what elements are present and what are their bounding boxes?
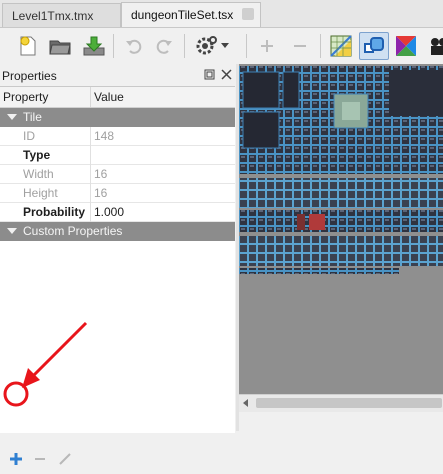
- save-button[interactable]: [80, 32, 108, 60]
- redo-button[interactable]: [150, 32, 178, 60]
- tab-label: Level1Tmx.tmx: [12, 8, 94, 23]
- property-key: Height: [23, 186, 58, 200]
- open-file-button[interactable]: [46, 32, 74, 60]
- group-row-tile[interactable]: Tile: [0, 108, 235, 127]
- remove-property-button[interactable]: [31, 450, 49, 468]
- dropdown-arrow-icon: [221, 43, 229, 48]
- cell-divider: [90, 203, 91, 222]
- remove-icon: [294, 45, 306, 47]
- toolbar-separator: [320, 34, 321, 58]
- properties-table: Property Value Tile ID 148 Type Width 16…: [0, 86, 235, 433]
- column-header-value[interactable]: Value: [94, 90, 124, 104]
- tab-level1tmx[interactable]: Level1Tmx.tmx: [2, 3, 121, 27]
- property-row-height[interactable]: Height 16: [0, 184, 235, 203]
- group-label: Custom Properties: [23, 224, 123, 238]
- collapse-arrow-icon[interactable]: [7, 114, 17, 120]
- column-header-property[interactable]: Property: [3, 90, 48, 104]
- add-property-icon: [10, 453, 22, 465]
- animation-button[interactable]: [424, 32, 443, 60]
- column-divider[interactable]: [90, 87, 91, 107]
- color-button[interactable]: [392, 32, 420, 60]
- open-file-icon: [49, 40, 71, 55]
- toolbar-separator: [113, 34, 114, 58]
- collapse-arrow-icon[interactable]: [7, 228, 17, 234]
- save-icon: [83, 36, 105, 56]
- remove-tiles-button[interactable]: [286, 32, 314, 60]
- property-value: 148: [94, 129, 115, 143]
- terrain-icon: [364, 37, 384, 53]
- scroll-left-icon[interactable]: [243, 399, 248, 407]
- add-tiles-button[interactable]: [253, 32, 281, 60]
- property-value: 16: [94, 167, 108, 181]
- toolbar-separator: [184, 34, 185, 58]
- property-key: Width: [23, 167, 54, 181]
- close-tab-icon[interactable]: [242, 8, 254, 20]
- color-wheel-icon: [396, 36, 416, 56]
- new-file-button[interactable]: [14, 32, 42, 60]
- property-key: Type: [23, 148, 51, 162]
- group-label: Tile: [23, 110, 42, 124]
- property-row-width[interactable]: Width 16: [0, 165, 235, 184]
- tileset-image[interactable]: [239, 64, 443, 410]
- toolbar-separator: [246, 34, 247, 58]
- rename-property-button[interactable]: [56, 450, 74, 468]
- cell-divider: [90, 184, 91, 203]
- float-panel-icon[interactable]: [204, 69, 215, 80]
- rename-property-icon: [59, 453, 71, 465]
- tileset-view[interactable]: [239, 64, 443, 410]
- tab-dungeontileset[interactable]: dungeonTileSet.tsx: [121, 2, 261, 27]
- add-icon: [261, 40, 273, 52]
- tab-bar: Level1Tmx.tmx dungeonTileSet.tsx: [0, 0, 443, 28]
- panel-title: Properties: [2, 69, 57, 83]
- undo-icon: [126, 39, 142, 54]
- tileset-image-button[interactable]: [327, 32, 355, 60]
- add-property-button[interactable]: [7, 450, 25, 468]
- property-value: 16: [94, 186, 108, 200]
- terrain-button[interactable]: [359, 32, 389, 60]
- property-value[interactable]: 1.000: [94, 205, 124, 219]
- close-panel-icon[interactable]: [221, 69, 232, 80]
- property-key: ID: [23, 129, 35, 143]
- property-row-probability[interactable]: Probability 1.000: [0, 203, 235, 222]
- properties-panel: Properties Property Value Tile ID 148 Ty…: [0, 64, 236, 465]
- undo-button[interactable]: [120, 32, 148, 60]
- cell-divider: [90, 165, 91, 184]
- property-actions-bar: [0, 444, 236, 474]
- new-file-icon: [20, 36, 36, 56]
- redo-icon: [156, 39, 172, 54]
- horizontal-scrollbar[interactable]: [239, 394, 443, 412]
- remove-property-icon: [35, 458, 45, 460]
- film-icon: [431, 38, 443, 55]
- tileset-image-icon: [330, 35, 352, 57]
- tab-label: dungeonTileSet.tsx: [131, 8, 234, 22]
- table-header: Property Value: [0, 87, 235, 108]
- property-key: Probability: [23, 205, 86, 219]
- property-row-type[interactable]: Type: [0, 146, 235, 165]
- group-row-custom-properties[interactable]: Custom Properties: [0, 222, 235, 241]
- cell-divider: [90, 146, 91, 165]
- tileset-settings-button[interactable]: [192, 32, 232, 60]
- main-toolbar: [0, 28, 443, 65]
- scrollbar-thumb[interactable]: [256, 398, 442, 408]
- cell-divider: [90, 127, 91, 146]
- gear-icon: [196, 36, 217, 55]
- property-row-id[interactable]: ID 148: [0, 127, 235, 146]
